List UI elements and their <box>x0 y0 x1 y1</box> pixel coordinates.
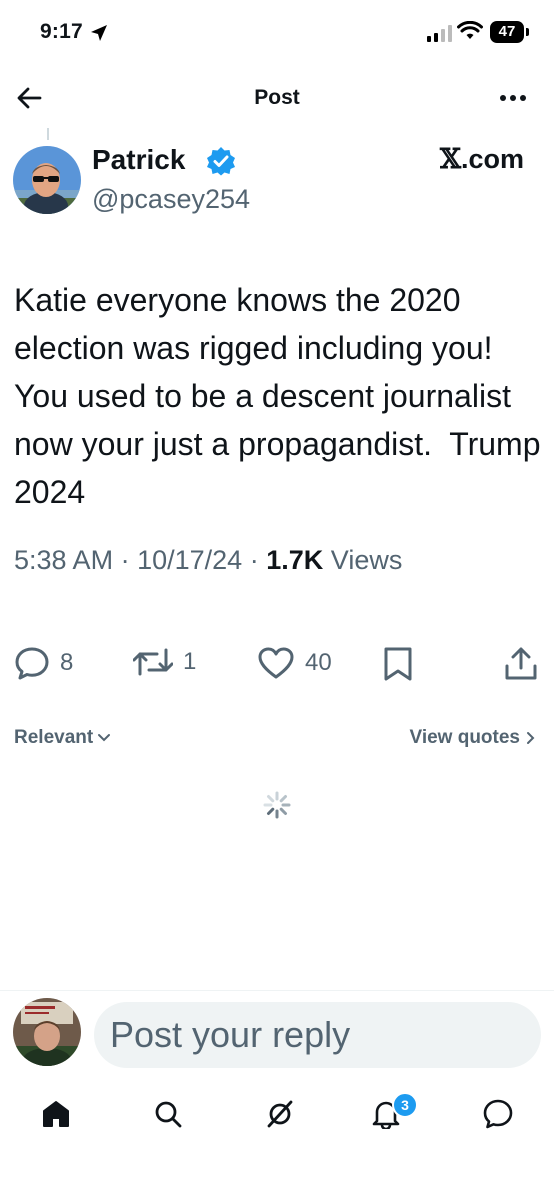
thread-connector <box>47 128 49 140</box>
repost-button[interactable]: 1 <box>133 646 196 678</box>
nav-search[interactable] <box>148 1094 188 1134</box>
like-count: 40 <box>305 649 332 676</box>
more-options-icon[interactable] <box>498 88 528 108</box>
author-handle[interactable]: @pcasey254 <box>92 184 250 215</box>
battery-tip <box>526 28 529 36</box>
location-arrow-icon <box>91 25 107 41</box>
post-date: 10/17/24 <box>137 545 243 575</box>
nav-grok[interactable] <box>260 1094 300 1134</box>
post-time: 5:38 AM <box>14 545 114 575</box>
nav-messages[interactable] <box>478 1094 518 1134</box>
views-count: 1.7K <box>266 545 324 575</box>
verified-badge-icon <box>207 147 235 176</box>
home-icon <box>43 1101 69 1127</box>
chevron-right-icon <box>527 732 535 744</box>
reply-count: 8 <box>60 649 74 676</box>
cellular-signal-icon <box>427 24 452 42</box>
meta-separator: · <box>249 545 259 575</box>
reply-sort-dropdown[interactable]: Relevant <box>14 727 111 749</box>
grok-icon <box>267 1100 293 1128</box>
post-meta: 5:38 AM · 10/17/24 · 1.7K Views <box>14 545 402 576</box>
page-title: Post <box>254 86 300 109</box>
like-button[interactable]: 40 <box>257 646 332 680</box>
notification-badge: 3 <box>392 1092 418 1118</box>
post-text: Katie everyone knows the 2020 election w… <box>14 282 550 510</box>
repost-count: 1 <box>183 648 197 675</box>
view-quotes-label: View quotes <box>409 727 520 748</box>
view-quotes-link[interactable]: View quotes <box>409 727 536 749</box>
share-icon <box>505 647 537 680</box>
post-source-label: 𝕏.com <box>440 144 524 175</box>
reply-input[interactable] <box>94 1002 541 1068</box>
composer-divider <box>0 990 554 991</box>
heart-icon <box>258 647 294 679</box>
repost-icon <box>133 648 173 676</box>
bookmark-icon <box>384 647 412 681</box>
author-avatar[interactable] <box>13 146 81 214</box>
source-text: .com <box>460 144 524 174</box>
loading-spinner-icon <box>263 791 291 819</box>
wifi-icon <box>457 21 483 39</box>
reply-button[interactable]: 8 <box>14 646 73 680</box>
sort-label: Relevant <box>14 727 94 748</box>
share-button[interactable] <box>504 646 538 682</box>
nav-home[interactable] <box>36 1094 76 1134</box>
status-time: 9:17 <box>40 20 83 43</box>
chevron-down-icon <box>98 734 111 742</box>
author-name[interactable]: Patrick <box>92 144 185 176</box>
battery-level: 47 <box>490 21 524 43</box>
views-label: Views <box>330 545 403 575</box>
messages-icon <box>483 1099 513 1129</box>
x-logo-icon: 𝕏 <box>440 144 461 175</box>
meta-separator: · <box>120 545 130 575</box>
reply-icon <box>15 647 49 680</box>
search-icon <box>155 1101 182 1128</box>
current-user-avatar[interactable] <box>13 998 81 1066</box>
bookmark-button[interactable] <box>382 646 414 682</box>
